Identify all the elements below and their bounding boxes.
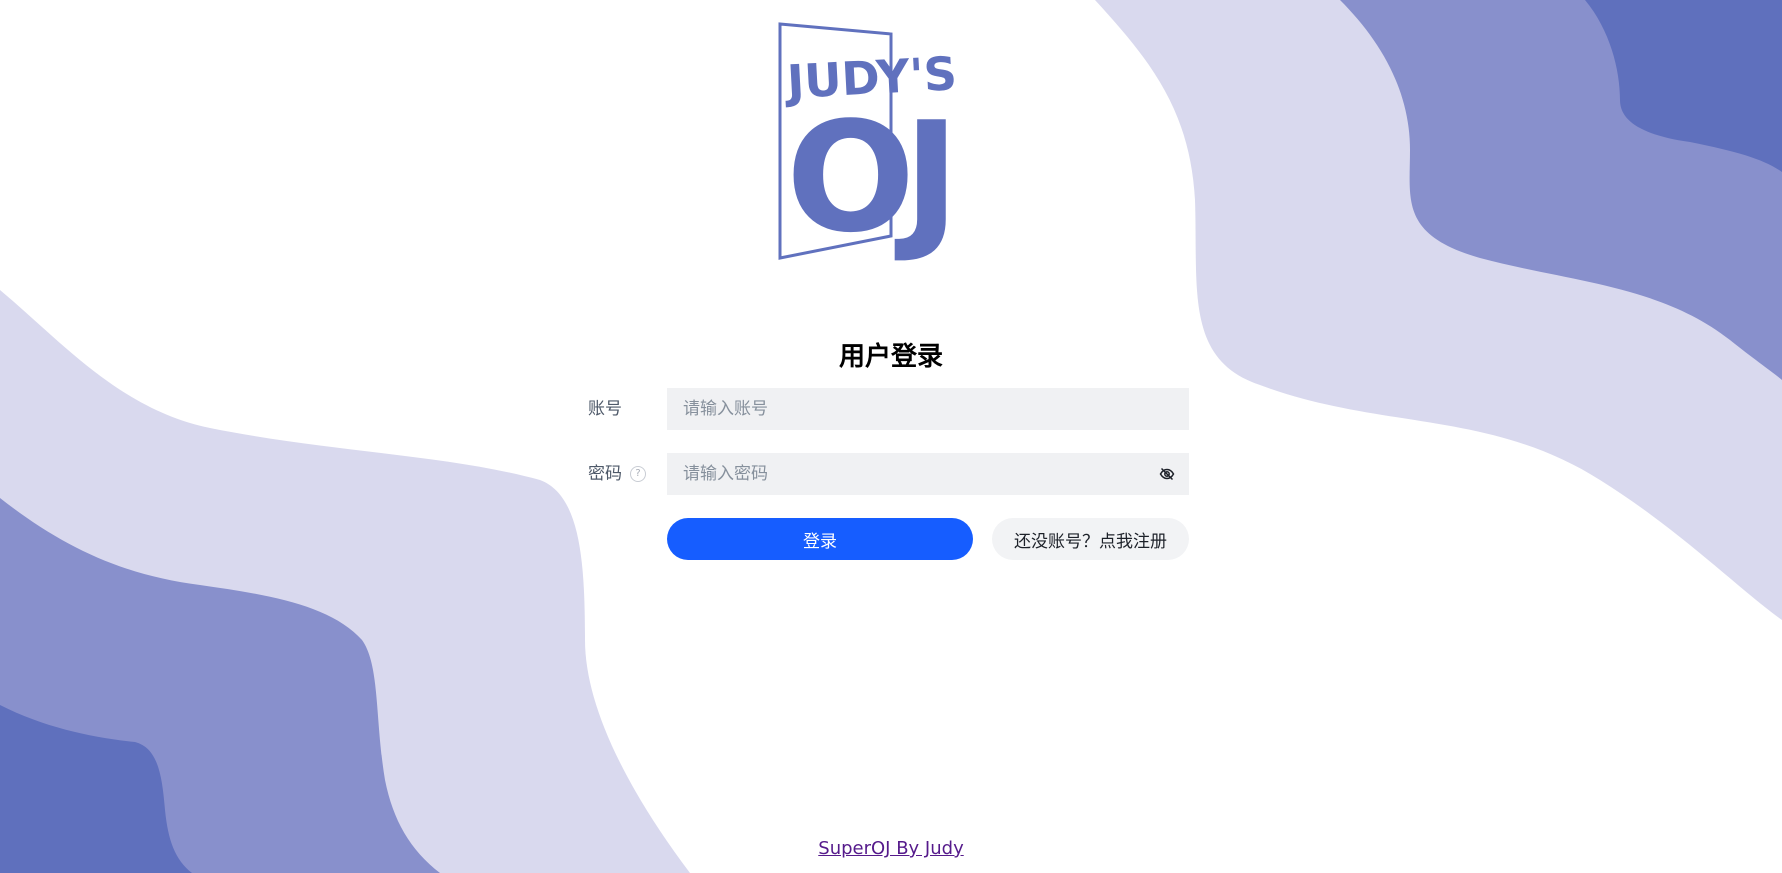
account-input[interactable]: [667, 388, 1143, 430]
account-label: 账号: [588, 399, 622, 419]
page-title: 用户登录: [838, 342, 943, 372]
footer: SuperOJ By Judy: [0, 838, 1782, 859]
footer-link[interactable]: SuperOJ By Judy: [818, 838, 963, 859]
register-button[interactable]: 还没账号？点我注册: [992, 518, 1189, 560]
login-button[interactable]: 登录: [667, 518, 973, 560]
password-label: 密码: [588, 464, 622, 484]
judys-oj-logo: JUDY'S OJ: [776, 20, 996, 266]
eye-off-icon[interactable]: [1159, 466, 1175, 482]
password-input[interactable]: [667, 453, 1143, 495]
actions-row: 登录 还没账号？点我注册: [588, 518, 1189, 560]
logo-text-bottom: OJ: [786, 89, 948, 265]
account-row: 账号: [588, 388, 1189, 430]
password-input-box[interactable]: [667, 453, 1189, 495]
password-row: 密码 ?: [588, 453, 1189, 495]
question-circle-icon[interactable]: ?: [630, 466, 646, 482]
account-input-box[interactable]: [667, 388, 1189, 430]
